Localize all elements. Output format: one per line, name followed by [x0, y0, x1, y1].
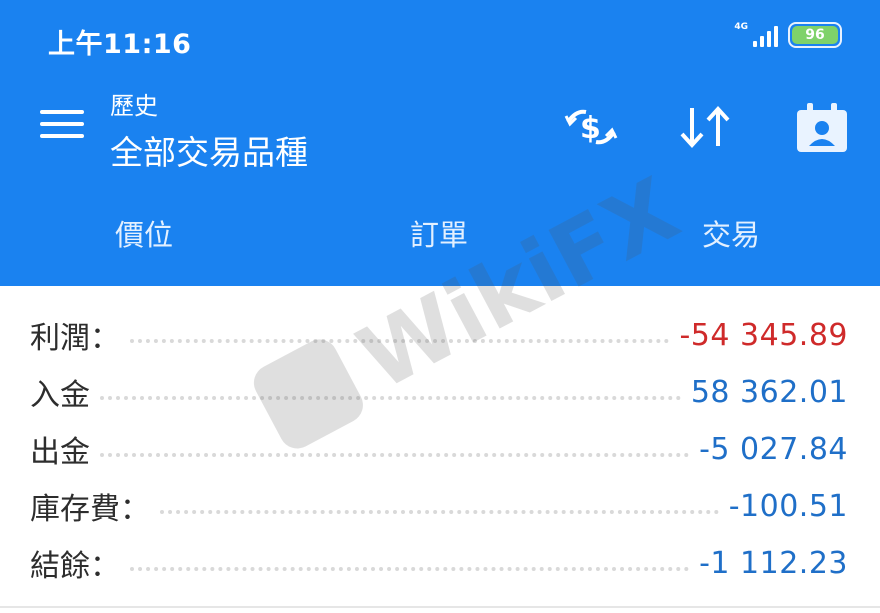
currency-exchange-icon[interactable]: $ — [562, 102, 620, 156]
dotted-leader — [130, 567, 690, 571]
summary-value: -54 345.89 — [679, 317, 848, 353]
battery-level: 96 — [805, 27, 825, 43]
summary-label: 出金 — [30, 435, 90, 470]
tab-bar: 價位 訂單 交易 — [0, 212, 880, 262]
tab-deals[interactable]: 交易 — [702, 212, 760, 254]
app-bar: 上午11:16 4G 96 歷史 全部交易品種 $ 價位 訂單 交易 — [0, 0, 880, 286]
status-time: 上午11:16 — [48, 29, 192, 60]
summary-row-deposit: 入金 58 362.01 — [30, 369, 848, 415]
summary-label: 庫存費： — [30, 492, 150, 527]
dotted-leader — [100, 396, 681, 400]
network-type-label: 4G — [734, 22, 748, 32]
dotted-leader — [100, 453, 690, 457]
summary-label: 利潤： — [30, 321, 120, 356]
hamburger-menu-icon[interactable] — [40, 110, 84, 140]
status-bar-right: 4G 96 — [734, 22, 842, 48]
calendar-contact-icon[interactable] — [795, 102, 849, 158]
summary-value: 58 362.01 — [690, 374, 848, 410]
dotted-leader — [130, 339, 670, 343]
page-subtitle: 歷史 — [110, 92, 158, 120]
summary-row-balance: 結餘： -1 112.23 — [30, 540, 848, 586]
summary-value: -5 027.84 — [699, 431, 848, 467]
signal-bars-icon: 4G — [734, 23, 778, 47]
summary-row-profit: 利潤： -54 345.89 — [30, 312, 848, 358]
tab-price[interactable]: 價位 — [115, 212, 173, 254]
sort-arrows-icon[interactable] — [676, 102, 734, 156]
summary-value: -100.51 — [728, 488, 848, 524]
summary-label: 結餘： — [30, 549, 120, 584]
summary-row-swap: 庫存費： -100.51 — [30, 483, 848, 529]
summary-label: 入金 — [30, 378, 90, 413]
divider — [0, 606, 880, 608]
battery-icon: 96 — [788, 22, 842, 48]
summary-row-withdrawal: 出金 -5 027.84 — [30, 426, 848, 472]
page-title[interactable]: 全部交易品種 — [110, 126, 308, 174]
dotted-leader — [160, 510, 719, 514]
tab-orders[interactable]: 訂單 — [410, 212, 468, 254]
summary-value: -1 112.23 — [699, 545, 848, 581]
